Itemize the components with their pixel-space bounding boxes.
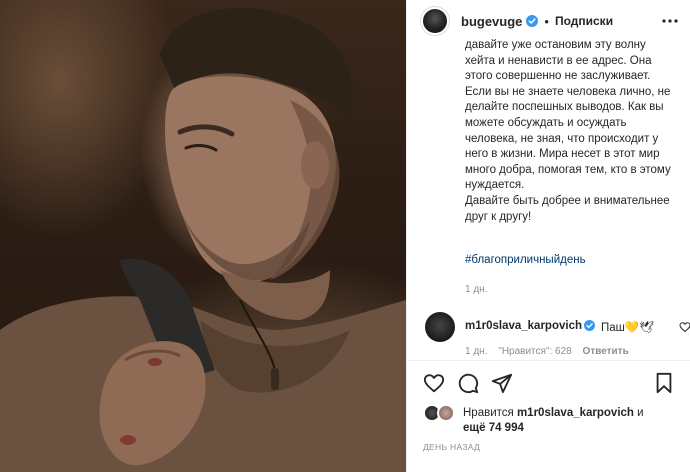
caption-line: Если вы не знаете человека лично, не (465, 85, 671, 98)
caption-line: давайте уже остановим эту волну (465, 39, 646, 51)
caption-line: этого совершенно не заслуживает. (465, 70, 651, 83)
caption-line: друг к другу! (465, 210, 532, 223)
comment-likes-count[interactable]: "Нравится": 628 (498, 346, 571, 357)
post-actions-bar (407, 360, 690, 404)
caption-line: много добра, помогая тем, кто в этому (465, 163, 671, 176)
heart-icon[interactable] (423, 372, 445, 394)
post-caption: давайте уже остановим эту волну хейта и … (465, 38, 677, 225)
following-button[interactable]: Подписки (555, 14, 613, 28)
hashtag-link[interactable]: #благоприличныйдень (465, 254, 586, 266)
likes-others-count[interactable]: ещё 74 994 (463, 422, 524, 434)
liker-avatar (437, 404, 455, 422)
likes-prefix: Нравится (463, 407, 514, 419)
comment-item: m1r0slava_karpovich Паш💛🕊 (425, 312, 690, 342)
caption-line: можете обсуждать и осуждать (465, 116, 627, 129)
comment-meta: 1 дн. "Нравится": 628 Ответить (465, 346, 637, 357)
reply-button[interactable]: Ответить (583, 346, 629, 357)
caption-timestamp[interactable]: 1 дн. (465, 284, 487, 295)
likes-text: Нравится m1r0slava_karpovich и ещё 74 99… (463, 406, 644, 436)
comment-like-heart-icon[interactable] (679, 321, 690, 333)
author-avatar[interactable] (421, 7, 449, 35)
caption-line: нуждается. (465, 179, 525, 192)
more-options-icon[interactable] (661, 13, 679, 29)
author-username[interactable]: bugevuge (461, 14, 522, 29)
verified-badge-icon (584, 320, 595, 331)
share-icon[interactable] (491, 372, 513, 394)
likes-conj: и (637, 407, 644, 419)
header-separator: • (544, 13, 549, 29)
post-header: bugevuge • Подписки (407, 0, 690, 42)
commenter-avatar[interactable] (425, 312, 455, 342)
caption-line: хейта и ненависти в ее адрес. Она (465, 54, 652, 67)
caption-line: делайте поспешных выводов. Как вы (465, 101, 664, 114)
bookmark-icon[interactable] (653, 372, 675, 394)
caption-line: него в жизни. Мира несет в этот мир (465, 148, 660, 161)
caption-line: Давайте быть добрее и внимательнее (465, 194, 670, 207)
commenter-username[interactable]: m1r0slava_karpovich (465, 320, 582, 332)
comment-text: Паш💛🕊 (601, 322, 654, 334)
post-side-panel: bugevuge • Подписки давайте уже останови… (406, 0, 690, 472)
comment-timestamp[interactable]: 1 дн. (465, 346, 487, 357)
likes-summary: Нравится m1r0slava_karpovich и ещё 74 99… (423, 404, 683, 434)
post-photo (0, 0, 406, 472)
verified-badge-icon (526, 15, 539, 27)
post-date[interactable]: ДЕНЬ НАЗАД (423, 442, 480, 452)
likes-user[interactable]: m1r0slava_karpovich (517, 407, 634, 419)
caption-line: человека, не зная, что происходит у (465, 132, 659, 145)
comment-icon[interactable] (457, 372, 479, 394)
photo-illustration (0, 7, 406, 472)
